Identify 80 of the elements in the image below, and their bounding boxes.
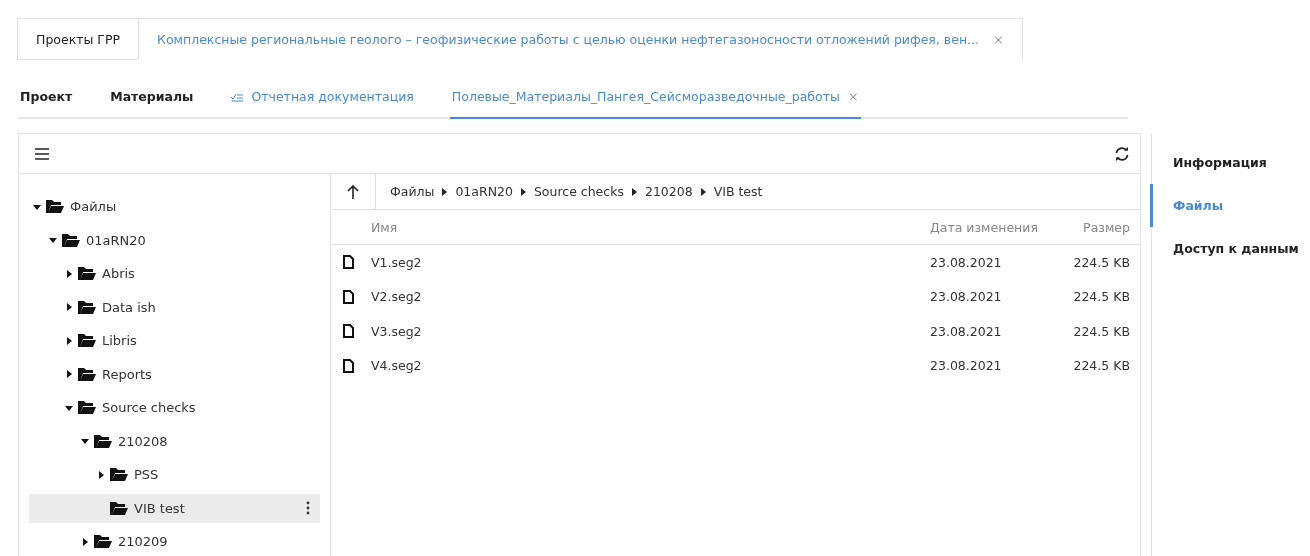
file-icon bbox=[343, 289, 354, 304]
caret-icon[interactable] bbox=[81, 537, 89, 546]
caret-icon[interactable] bbox=[65, 336, 73, 345]
tree-item[interactable]: 210208 bbox=[29, 426, 320, 456]
tab-label: Отчетная документация bbox=[251, 89, 414, 104]
tab[interactable]: Комплексные региональные геолого – геофизические работы с целью оценки нефтегазоносности отложений рифея, вен... × bbox=[138, 18, 1023, 60]
breadcrumb-link[interactable]: 01aRN20 bbox=[455, 184, 513, 199]
tree-item[interactable]: Abris bbox=[29, 259, 320, 288]
tab[interactable]: Материалы bbox=[108, 76, 196, 119]
caret-icon[interactable] bbox=[65, 269, 73, 278]
column-header[interactable]: Размер bbox=[1083, 219, 1130, 235]
tree-item[interactable]: Data ish bbox=[29, 292, 320, 322]
breadcrumb-link[interactable]: Source checks bbox=[533, 184, 624, 199]
file-icon bbox=[343, 358, 354, 373]
folder-icon bbox=[77, 333, 97, 348]
breadcrumb-link[interactable]: Файлы bbox=[390, 184, 435, 199]
caret-icon[interactable] bbox=[65, 370, 73, 378]
chevron-icon bbox=[520, 187, 526, 196]
size-cell: 224.5 KB bbox=[1073, 254, 1130, 270]
caret-icon[interactable] bbox=[33, 202, 41, 211]
tab-label: Материалы bbox=[110, 89, 194, 104]
tree-item[interactable]: Libris bbox=[29, 326, 320, 355]
folder-icon bbox=[77, 266, 97, 281]
column-header[interactable]: Имя bbox=[371, 219, 398, 235]
size-cell: 224.5 KB bbox=[1073, 289, 1130, 305]
tab[interactable]: Проект bbox=[18, 76, 75, 119]
date-cell: 23.08.2021 bbox=[930, 358, 1002, 374]
column-header[interactable]: Дата изменения bbox=[930, 219, 1038, 235]
checklist-icon bbox=[231, 91, 244, 102]
chevron-icon bbox=[700, 187, 706, 196]
tree-item[interactable]: Source checks bbox=[29, 393, 320, 422]
file-name[interactable]: V3.seg2 bbox=[371, 323, 422, 339]
folder-icon bbox=[93, 433, 113, 449]
tree-item[interactable]: Reports bbox=[29, 359, 320, 389]
caret-icon[interactable] bbox=[81, 437, 89, 445]
date-cell: 23.08.2021 bbox=[930, 323, 1002, 339]
folder-icon bbox=[77, 299, 97, 315]
folder-icon bbox=[109, 467, 129, 482]
folder-icon bbox=[61, 232, 81, 248]
tab-label: Полевые_Материалы_Пангея_Сейсморазведочные_работы bbox=[451, 89, 840, 104]
more-icon[interactable] bbox=[306, 501, 310, 515]
caret-icon[interactable] bbox=[97, 470, 105, 479]
file-name[interactable]: V1.seg2 bbox=[371, 254, 422, 270]
folder-icon bbox=[109, 500, 129, 516]
chevron-icon bbox=[631, 187, 637, 196]
date-cell: 23.08.2021 bbox=[930, 289, 1002, 305]
tree-item[interactable]: PSS bbox=[29, 460, 320, 489]
tree-item[interactable]: 210209 bbox=[29, 527, 320, 556]
size-cell: 224.5 KB bbox=[1073, 358, 1130, 374]
refresh-icon[interactable] bbox=[1114, 145, 1130, 162]
file-name[interactable]: V2.seg2 bbox=[371, 289, 422, 305]
folder-icon bbox=[93, 534, 113, 549]
chevron-icon bbox=[442, 187, 448, 196]
tree-item[interactable]: Файлы bbox=[29, 192, 320, 221]
side-nav-item[interactable]: Доступ к данным bbox=[1150, 227, 1310, 270]
file-name[interactable]: V4.seg2 bbox=[371, 358, 422, 374]
caret-icon[interactable] bbox=[65, 303, 73, 311]
tab-label: Комплексные региональные геолого – геофизические работы с целью оценки нефтегазоносности отложений рифея, вен... bbox=[157, 31, 979, 47]
file-icon bbox=[343, 324, 354, 339]
folder-icon bbox=[77, 366, 97, 382]
breadcrumb-link[interactable]: 210208 bbox=[644, 184, 693, 199]
tab-label: Проект bbox=[20, 89, 73, 104]
date-cell: 23.08.2021 bbox=[930, 254, 1002, 270]
tab-label: Проекты ГРР bbox=[36, 31, 121, 47]
file-icon bbox=[343, 255, 354, 270]
size-cell: 224.5 KB bbox=[1073, 323, 1130, 339]
folder-icon bbox=[77, 400, 97, 415]
side-nav-item[interactable]: Файлы bbox=[1150, 184, 1310, 227]
tab[interactable]: Проекты ГРР bbox=[17, 18, 140, 60]
tab[interactable]: Полевые_Материалы_Пангея_Сейсморазведочные_работы × bbox=[449, 76, 861, 119]
caret-icon[interactable] bbox=[49, 236, 57, 244]
folder-icon bbox=[45, 199, 65, 214]
breadcrumb-link[interactable]: VIB test bbox=[713, 184, 763, 199]
menu-icon[interactable] bbox=[35, 147, 49, 160]
tree-item[interactable]: VIB test bbox=[29, 493, 320, 523]
side-nav-item[interactable]: Информация bbox=[1150, 141, 1310, 184]
caret-icon[interactable] bbox=[65, 403, 73, 412]
tree-item[interactable]: 01aRN20 bbox=[29, 225, 320, 255]
tab[interactable]: Отчетная документация bbox=[229, 76, 416, 119]
up-arrow-icon bbox=[347, 184, 359, 199]
